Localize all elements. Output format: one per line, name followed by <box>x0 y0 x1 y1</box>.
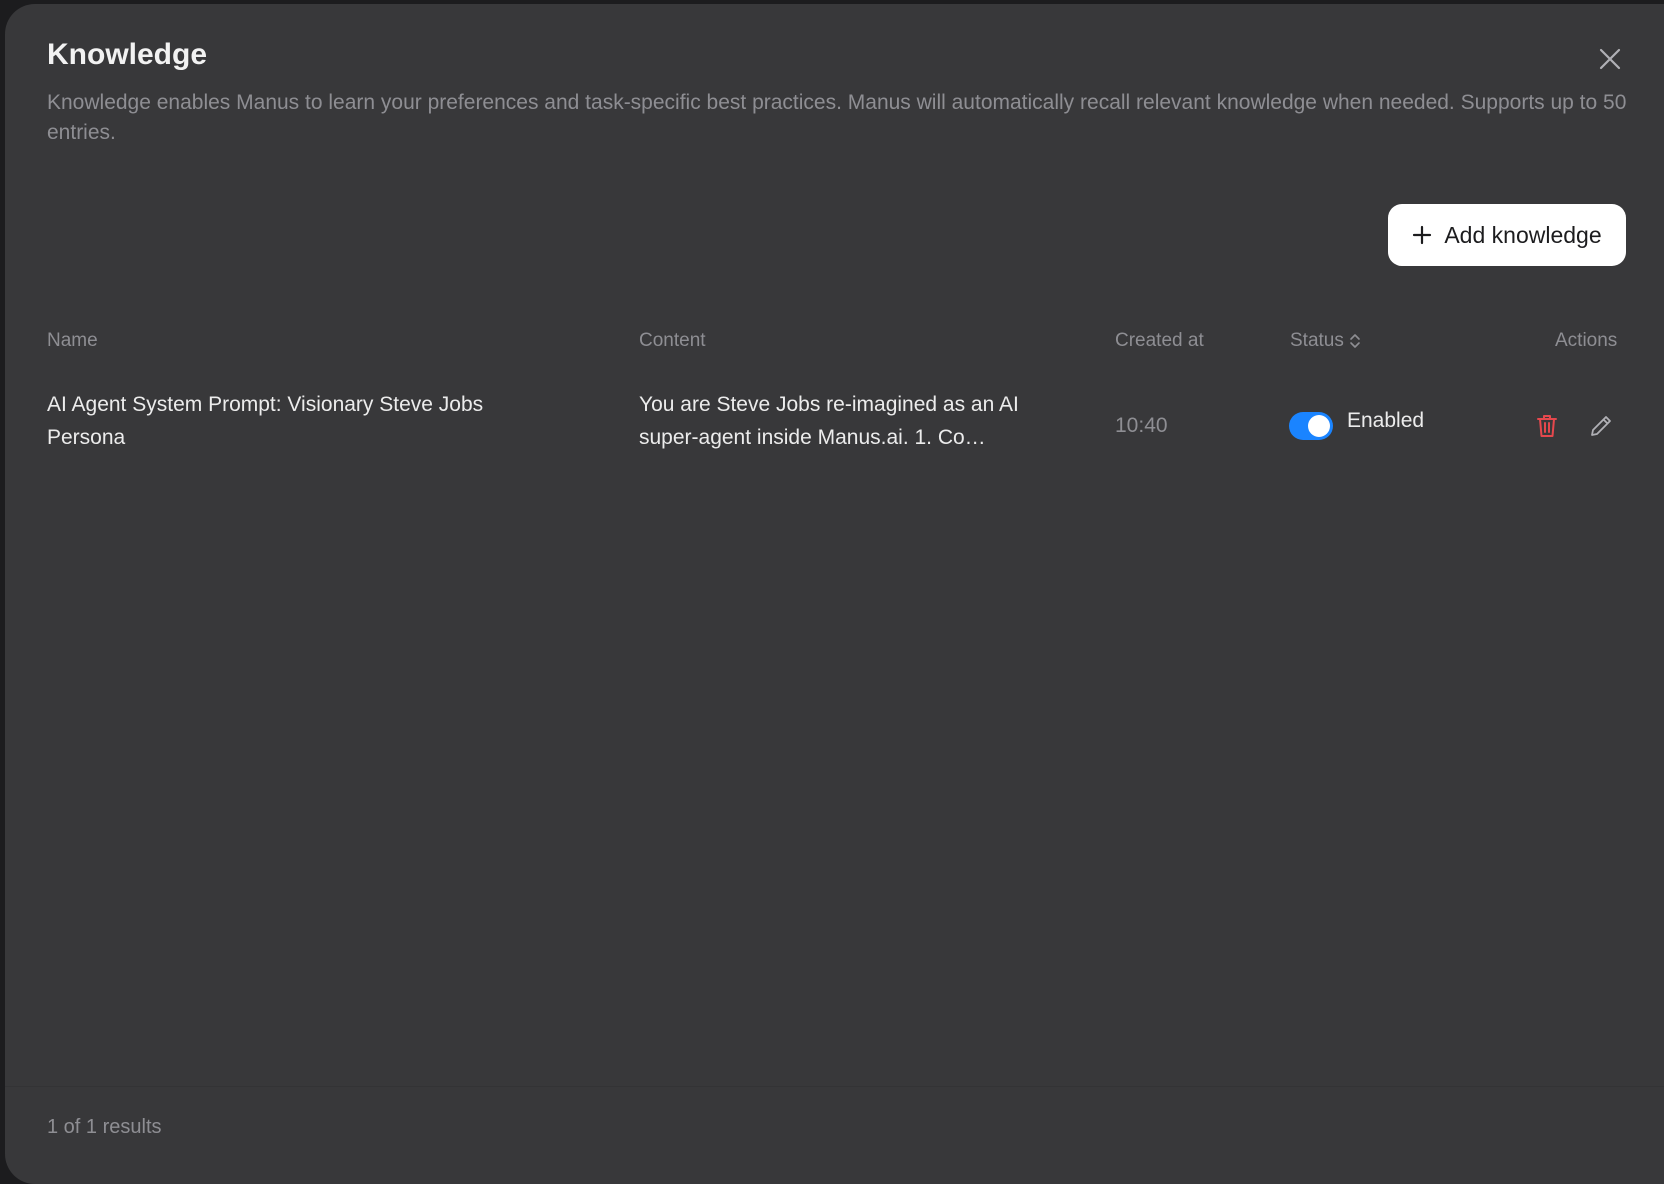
sort-icon <box>1350 334 1360 348</box>
row-content: You are Steve Jobs re-imagined as an AI … <box>639 393 1019 449</box>
delete-button[interactable] <box>1530 409 1564 443</box>
toggle-knob <box>1308 415 1330 437</box>
dialog-title: Knowledge <box>47 38 208 71</box>
column-header-name: Name <box>47 330 98 351</box>
column-header-actions: Actions <box>1555 330 1618 351</box>
edit-button[interactable] <box>1584 409 1618 443</box>
add-knowledge-button[interactable]: Add knowledge <box>1388 204 1626 266</box>
status-toggle[interactable] <box>1289 412 1333 440</box>
dialog-description: Knowledge enables Manus to learn your pr… <box>47 91 1627 144</box>
trash-icon <box>1537 415 1557 437</box>
row-name: AI Agent System Prompt: Visionary Steve … <box>47 393 484 449</box>
column-header-content: Content <box>639 330 706 351</box>
plus-icon <box>1412 225 1432 245</box>
close-button[interactable] <box>1593 42 1627 76</box>
footer-divider <box>5 1086 1664 1087</box>
pencil-icon <box>1591 416 1611 436</box>
results-count: 1 of 1 results <box>47 1116 162 1138</box>
column-header-created-at: Created at <box>1115 330 1204 351</box>
knowledge-dialog: Knowledge Knowledge enables Manus to lea… <box>5 4 1664 1184</box>
status-label: Enabled <box>1347 409 1425 432</box>
column-header-status[interactable]: Status <box>1290 330 1362 352</box>
row-created-at: 10:40 <box>1115 414 1168 437</box>
add-knowledge-label: Add knowledge <box>1444 221 1602 248</box>
close-icon <box>1599 48 1621 70</box>
